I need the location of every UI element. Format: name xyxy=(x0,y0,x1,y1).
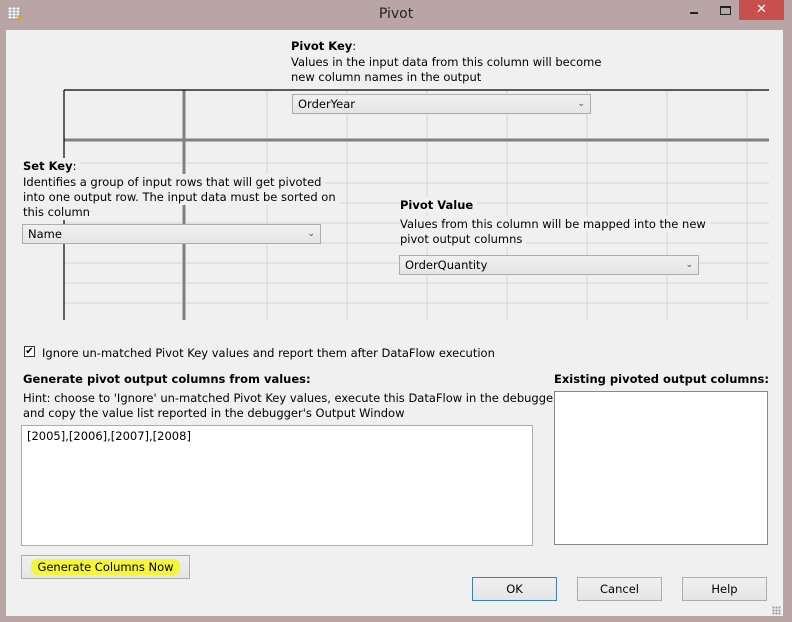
pivot-key-label: Pivot Key xyxy=(291,39,353,53)
pivot-values-input[interactable]: [2005],[2006],[2007],[2008] xyxy=(21,425,533,546)
ignore-unmatched-checkbox[interactable]: ✔ xyxy=(24,346,35,357)
pivot-key-selected: OrderYear xyxy=(298,97,356,111)
pivot-value-dropdown[interactable]: OrderQuantity ⌄ xyxy=(399,255,699,275)
help-button[interactable]: Help xyxy=(682,577,767,601)
chevron-down-icon: ⌄ xyxy=(307,229,315,239)
set-key-dropdown[interactable]: Name ⌄ xyxy=(22,224,321,244)
pivot-value-description-2: pivot output columns xyxy=(400,231,527,247)
ok-button[interactable]: OK xyxy=(472,577,557,601)
pivot-value-heading: Pivot Value xyxy=(400,197,478,213)
pivot-key-description-2: new column names in the output xyxy=(291,70,482,84)
existing-columns-list[interactable] xyxy=(554,391,768,545)
set-key-label: Set Key xyxy=(23,159,73,173)
pivot-value-description-1: Values from this column will be mapped i… xyxy=(400,216,710,232)
pivot-key-dropdown[interactable]: OrderYear ⌄ xyxy=(292,94,591,114)
set-key-heading: Set Key: xyxy=(23,158,81,174)
cancel-button[interactable]: Cancel xyxy=(577,577,662,601)
generate-hint-2: and copy the value list reported in the … xyxy=(23,406,405,420)
set-key-colon: : xyxy=(72,159,77,173)
pivot-key-heading: Pivot Key: xyxy=(291,38,356,54)
ignore-unmatched-label[interactable]: Ignore un-matched Pivot Key values and r… xyxy=(42,345,495,361)
pivot-key-colon: : xyxy=(352,39,357,53)
minimize-button[interactable] xyxy=(680,0,710,22)
window-title: Pivot xyxy=(378,6,414,22)
pivot-value-selected: OrderQuantity xyxy=(405,258,488,272)
set-key-description-3: this column xyxy=(23,204,94,220)
generate-columns-now-button[interactable]: Generate Columns Now xyxy=(21,555,190,579)
existing-columns-heading: Existing pivoted output columns: xyxy=(554,372,769,386)
chevron-down-icon: ⌄ xyxy=(577,99,585,109)
generate-columns-heading: Generate pivot output columns from value… xyxy=(23,372,311,386)
pivot-value-label: Pivot Value xyxy=(400,198,474,212)
pivot-key-description-1: Values in the input data from this colum… xyxy=(291,55,602,69)
set-key-description-2: into one output row. The input data must… xyxy=(23,189,340,205)
chevron-down-icon: ⌄ xyxy=(685,260,693,270)
generate-hint-1: Hint: choose to 'Ignore' un-matched Pivo… xyxy=(23,391,558,405)
set-key-selected: Name xyxy=(28,227,62,241)
maximize-button[interactable] xyxy=(710,0,740,22)
set-key-description-1: Identifies a group of input rows that wi… xyxy=(23,174,326,190)
title-bar: Pivot ✕ xyxy=(0,0,792,30)
generate-columns-now-label: Generate Columns Now xyxy=(31,559,180,575)
resize-grip[interactable] xyxy=(772,606,781,615)
close-button[interactable]: ✕ xyxy=(739,0,784,20)
